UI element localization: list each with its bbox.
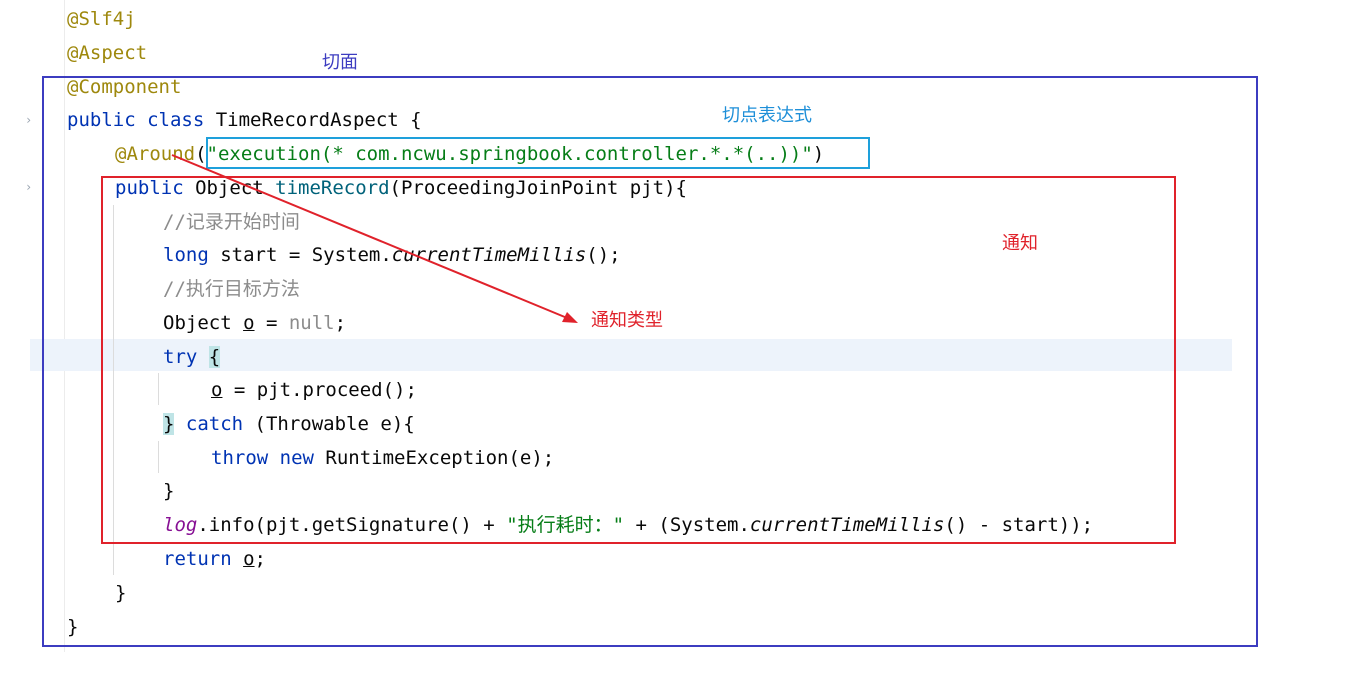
advice-label: 通知 [1002, 233, 1038, 254]
aspect-label: 切面 [322, 52, 358, 73]
annotation-aspect[interactable]: @Aspect [67, 39, 147, 67]
fold-marker-icon[interactable]: › [25, 180, 32, 194]
annotation-slf4j[interactable]: @Slf4j [67, 5, 136, 33]
pointcut-box [206, 137, 870, 169]
pointcut-label: 切点表达式 [722, 105, 812, 126]
advice-type-label: 通知类型 [591, 310, 663, 331]
fold-marker-icon[interactable]: › [25, 113, 32, 127]
